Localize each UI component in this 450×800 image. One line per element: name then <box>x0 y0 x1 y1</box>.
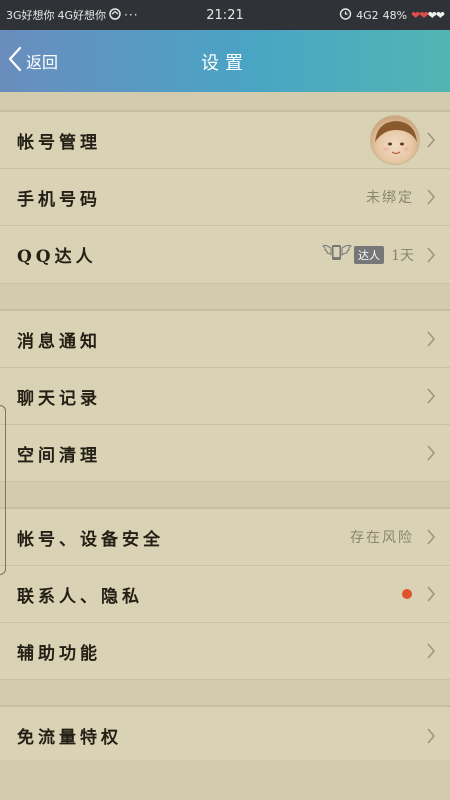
avatar <box>370 115 420 165</box>
row-label: 手机号码 <box>17 189 101 210</box>
row-label: 消息通知 <box>17 331 101 352</box>
row-label: 帐号、设备安全 <box>17 529 164 550</box>
winged-phone-icon <box>322 242 352 268</box>
chevron-left-icon <box>6 45 24 77</box>
notification-icon <box>109 7 121 23</box>
back-label: 返回 <box>26 53 59 72</box>
more-notifications-icon: ··· <box>124 8 139 22</box>
row-value: 存在风险 <box>350 530 414 546</box>
chevron-right-icon <box>427 445 436 461</box>
chevron-right-icon <box>427 586 436 602</box>
red-dot-badge <box>402 589 412 599</box>
bottom-spacer <box>0 760 450 800</box>
status-bar: 3G好想你 4G好想你 ··· 21:21 4G2 48% ❤❤❤❤ <box>0 0 450 30</box>
chevron-right-icon <box>427 529 436 545</box>
row-label: 聊天记录 <box>17 388 101 409</box>
nav-bar: 返回 设置 <box>0 30 450 92</box>
settings-group-privilege: 免流量特权 <box>0 706 450 765</box>
settings-group-security: 帐号、设备安全 存在风险 联系人、隐私 辅助功能 <box>0 508 450 680</box>
daren-badge: 达人 <box>322 242 384 268</box>
edge-swipe-handle[interactable] <box>0 405 6 575</box>
row-account-device-security[interactable]: 帐号、设备安全 存在风险 <box>0 509 450 566</box>
daren-days: 1天 <box>391 247 414 264</box>
group-spacer <box>0 92 450 111</box>
chevron-right-icon <box>427 246 436 263</box>
group-spacer <box>0 680 450 706</box>
row-storage-cleanup[interactable]: 空间清理 <box>0 425 450 482</box>
group-spacer <box>0 284 450 310</box>
row-value: 未绑定 <box>366 190 414 206</box>
row-phone-number[interactable]: 手机号码 未绑定 <box>0 169 450 226</box>
chevron-right-icon <box>427 189 436 205</box>
carrier-2: 4G好想你 <box>57 9 107 22</box>
chevron-right-icon <box>427 727 436 744</box>
row-chat-history[interactable]: 聊天记录 <box>0 368 450 425</box>
back-button[interactable]: 返回 <box>6 45 58 77</box>
row-label: QQ达人 <box>17 247 97 267</box>
settings-list: 帐号管理 手机号码 未绑定 QQ达人 达人 1天 消息通知 聊天记录 空间清理 … <box>0 92 450 765</box>
row-account-management[interactable]: 帐号管理 <box>0 112 450 169</box>
settings-group-messages: 消息通知 聊天记录 空间清理 <box>0 310 450 482</box>
group-spacer <box>0 482 450 508</box>
carrier-1: 3G好想你 <box>6 9 55 22</box>
daren-tag: 达人 <box>354 245 384 264</box>
chevron-right-icon <box>427 643 436 659</box>
settings-group-account: 帐号管理 手机号码 未绑定 QQ达人 达人 1天 <box>0 111 450 284</box>
row-qq-daren[interactable]: QQ达人 达人 1天 <box>0 226 450 284</box>
status-left: 3G好想你 4G好想你 ··· <box>6 7 186 23</box>
battery-hearts-icon: ❤❤❤❤ <box>411 8 445 22</box>
row-accessibility[interactable]: 辅助功能 <box>0 623 450 680</box>
row-label: 空间清理 <box>17 445 101 466</box>
row-label: 免流量特权 <box>17 728 122 748</box>
chevron-right-icon <box>427 331 436 347</box>
row-free-data-privilege[interactable]: 免流量特权 <box>0 707 450 765</box>
network-indicator: 4G2 <box>356 8 379 22</box>
row-contacts-privacy[interactable]: 联系人、隐私 <box>0 566 450 623</box>
battery-level: 48% <box>382 8 408 22</box>
row-message-notifications[interactable]: 消息通知 <box>0 311 450 368</box>
row-label: 帐号管理 <box>17 132 101 153</box>
chevron-right-icon <box>427 388 436 404</box>
row-label: 辅助功能 <box>17 643 101 664</box>
row-label: 联系人、隐私 <box>17 586 143 607</box>
chevron-right-icon <box>427 132 436 148</box>
status-right: 4G2 48% ❤❤❤❤ <box>339 7 445 23</box>
page-title: 设置 <box>201 53 249 74</box>
alarm-icon <box>339 7 352 23</box>
